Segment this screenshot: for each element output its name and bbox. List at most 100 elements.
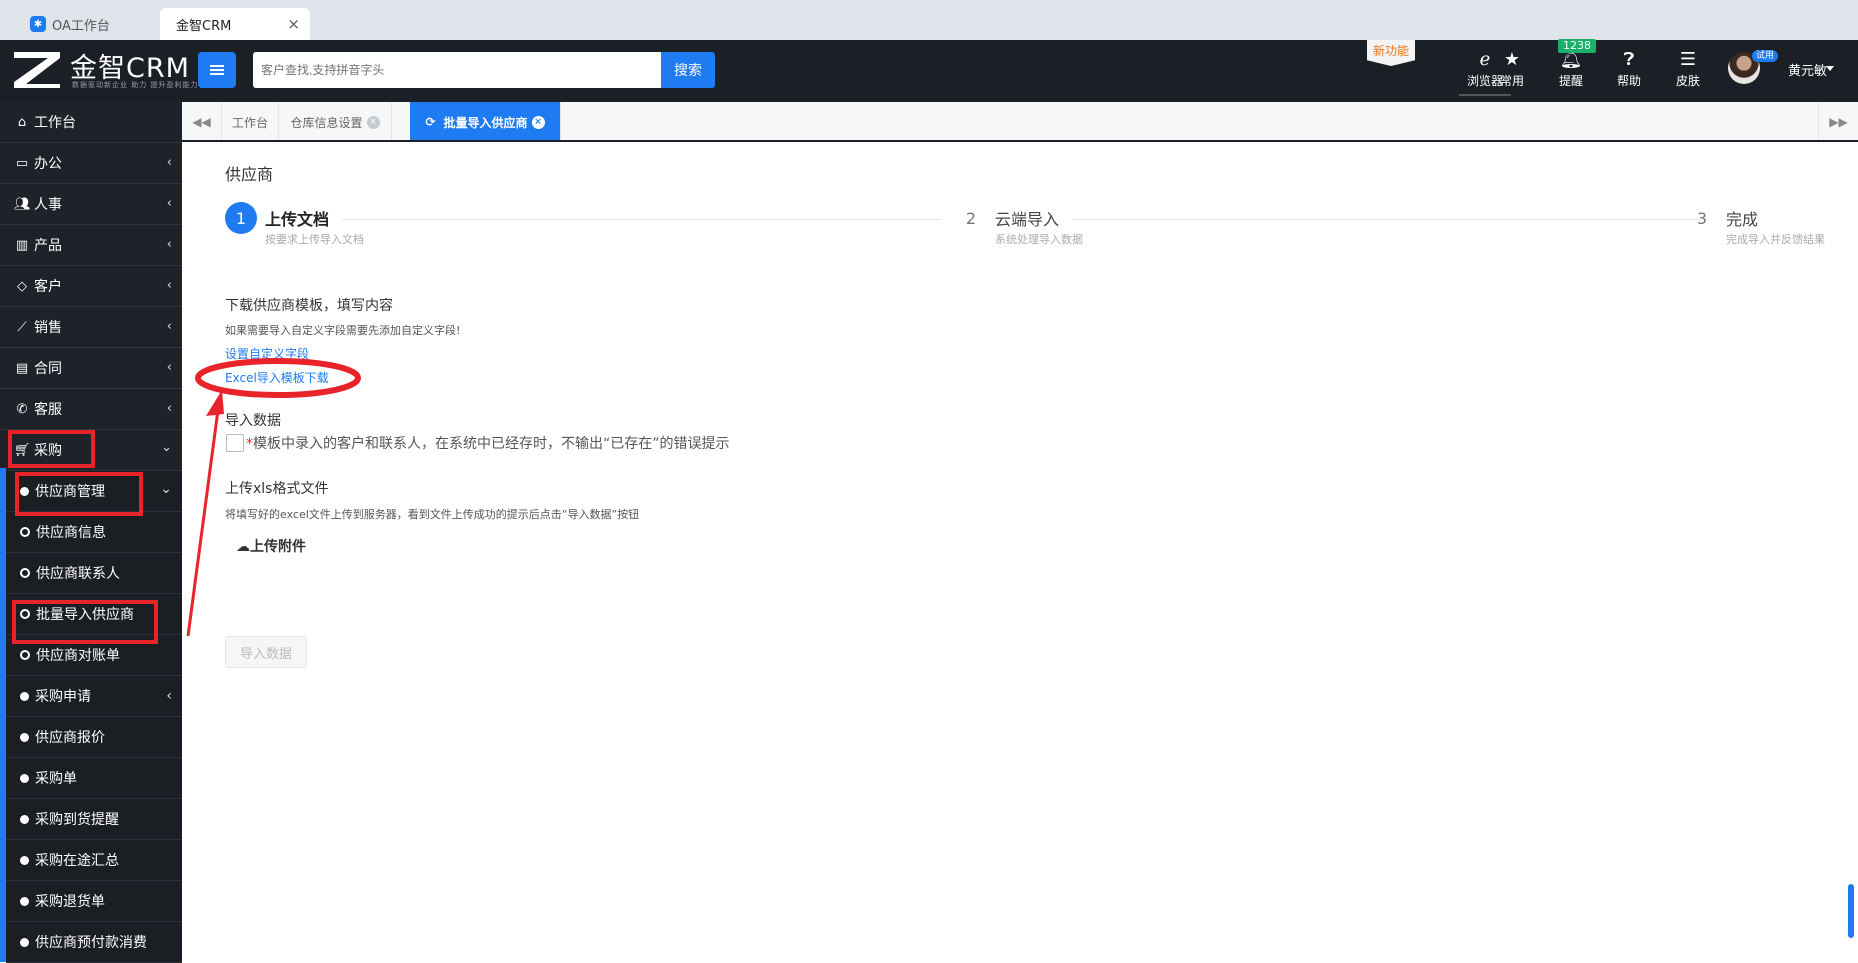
sidebar-sub-purchase-request[interactable]: 采购申请 ‹	[6, 676, 182, 717]
close-icon[interactable]: ×	[366, 115, 380, 129]
sidebar-active-edge	[0, 468, 6, 962]
step-3-circle: 3	[1696, 208, 1708, 228]
custom-field-link[interactable]: 设置自定义字段	[225, 345, 309, 362]
logo-slogan: 数据驱动新企业 助力 提升盈利能力	[72, 81, 199, 89]
sidebar-sub-purchase-order[interactable]: 采购单	[6, 758, 182, 799]
sidebar-sub-in-transit[interactable]: 采购在途汇总	[6, 840, 182, 881]
tool-label: 皮肤	[1675, 74, 1700, 88]
annotation-box-supplier-mgmt	[15, 472, 143, 516]
chevron-left-icon: ‹	[166, 237, 172, 252]
chevron-left-icon: ‹	[166, 360, 172, 375]
step-2-desc: 系统处理导入数据	[995, 233, 1083, 246]
step-divider	[342, 219, 942, 220]
upload-attachment-button[interactable]: ☁上传附件	[236, 536, 306, 556]
annotation-arrow-head	[206, 390, 224, 416]
step-3-desc: 完成导入并反馈结果	[1726, 233, 1825, 246]
tab-label: 批量导入供应商	[443, 115, 528, 130]
user-name[interactable]: 黄元敏	[1788, 60, 1827, 79]
double-chevron-left-icon: ◀◀	[192, 115, 211, 129]
browser-tab-oa[interactable]: ✱ OA工作台	[24, 8, 164, 40]
sidebar-sub-supplier-contact[interactable]: 供应商联系人	[6, 553, 182, 594]
sidebar-sub-supplier-info[interactable]: 供应商信息	[6, 512, 182, 553]
tab-batch-import[interactable]: ⟳ 批量导入供应商 ×	[410, 102, 561, 142]
circle-icon	[20, 527, 30, 537]
upload-button-label: 上传附件	[250, 539, 306, 555]
scrollbar-thumb[interactable]	[1848, 884, 1854, 938]
barcode-icon: ▥	[15, 237, 29, 253]
sidebar-item-service[interactable]: ✆ 客服 ‹	[0, 389, 182, 430]
sidebar-sub-supplier-quote[interactable]: 供应商报价	[6, 717, 182, 758]
sidebar-sub-label: 采购在途汇总	[35, 853, 119, 869]
tool-skin[interactable]: ☰ 皮肤	[1667, 48, 1709, 96]
browser-tab-crm[interactable]: 金智CRM ×	[160, 8, 310, 40]
new-feature-badge[interactable]: 新功能	[1367, 40, 1415, 66]
sidebar-item-label: 人事	[34, 197, 62, 213]
tool-label: 帮助	[1616, 74, 1641, 88]
circle-icon	[20, 568, 30, 578]
sidebar-sub-label: 供应商联系人	[36, 566, 120, 582]
tool-favorites[interactable]: ★ 常用	[1491, 48, 1533, 96]
tab-workbench[interactable]: 工作台	[222, 102, 279, 142]
chevron-down-icon: ⌄	[160, 481, 172, 497]
sidebar-item-label: 客户	[34, 279, 62, 295]
page-title: 供应商	[225, 165, 274, 184]
import-data-button[interactable]: 导入数据	[225, 636, 307, 668]
sidebar-item-hr[interactable]: 👥︎ 人事 ‹	[0, 184, 182, 225]
sidebar-sub-label: 采购单	[35, 771, 77, 787]
sidebar-sub-purchase-return[interactable]: 采购退货单	[6, 881, 182, 922]
required-mark: *	[246, 436, 253, 452]
close-icon[interactable]: ×	[287, 15, 300, 33]
bullet-icon	[20, 814, 29, 824]
upload-section-title: 上传xls格式文件	[225, 481, 329, 497]
bullet-icon	[20, 691, 29, 701]
sidebar-sub-label: 供应商信息	[36, 525, 106, 541]
sidebar-item-label: 办公	[34, 156, 62, 172]
sidebar-item-label: 销售	[34, 320, 62, 336]
cloud-upload-icon: ☁	[236, 539, 250, 555]
sidebar-item-label: 客服	[34, 402, 62, 418]
sidebar-item-workbench[interactable]: ⌂ 工作台	[0, 102, 182, 143]
tab-warehouse-settings[interactable]: 仓库信息设置 ×	[279, 102, 392, 142]
contract-icon: ▤	[15, 360, 29, 376]
tab-scroll-left-button[interactable]: ◀◀	[182, 102, 222, 142]
tool-remind[interactable]: 🔔︎ 提醒	[1550, 48, 1592, 96]
menu-toggle-button[interactable]	[198, 52, 236, 88]
skip-existing-label: *模板中录入的客户和联系人，在系统中已经存时，不输出“已存在”的错误提示	[246, 433, 730, 453]
sidebar-item-contract[interactable]: ▤ 合同 ‹	[0, 348, 182, 389]
tool-help[interactable]: ❓︎ 帮助	[1608, 48, 1650, 96]
sidebar-sub-label: 采购到货提醒	[35, 812, 119, 828]
diamond-icon: ◇	[17, 278, 27, 294]
app-header: 金智CRM 数据驱动新企业 助力 提升盈利能力 搜索 新功能 ℯ 浏览器 ★ 常…	[0, 39, 1858, 102]
tab-scroll-right-button[interactable]: ▶▶	[1818, 102, 1858, 142]
sidebar-item-label: 产品	[34, 238, 62, 254]
sidebar-item-customer[interactable]: ◇ 客户 ‹	[0, 266, 182, 307]
bullet-icon	[20, 855, 29, 865]
sidebar-sub-label: 采购退货单	[35, 894, 105, 910]
sidebar-item-sales[interactable]: ⟋ 销售 ‹	[0, 307, 182, 348]
download-section-title: 下载供应商模板，填写内容	[225, 298, 393, 314]
bullet-icon	[20, 937, 29, 947]
users-icon: 👥︎	[14, 196, 31, 212]
hamburger-icon	[210, 69, 224, 71]
caret-down-icon[interactable]	[1826, 66, 1834, 71]
step-2-circle: 2	[965, 208, 977, 228]
excel-template-download-link[interactable]: Excel导入模板下载	[225, 369, 329, 386]
sidebar-item-product[interactable]: ▥ 产品 ‹	[0, 225, 182, 266]
remind-count-badge: 1238	[1558, 39, 1596, 53]
chart-icon: ⟋	[17, 319, 27, 335]
chevron-left-icon: ‹	[166, 278, 172, 293]
sidebar-sub-prepayment[interactable]: 供应商预付款消费	[6, 922, 182, 963]
sidebar-sub-arrival-reminder[interactable]: 采购到货提醒	[6, 799, 182, 840]
help-icon: ❓︎	[1623, 49, 1635, 70]
tab-bar-underline	[182, 140, 1858, 142]
bullet-icon	[20, 732, 29, 742]
search-button[interactable]: 搜索	[661, 52, 715, 88]
close-icon[interactable]: ×	[531, 115, 545, 129]
upload-hint: 将填写好的excel文件上传到服务器，看到文件上传成功的提示后点击“导入数据”按…	[225, 508, 640, 521]
annotation-box-batch-import	[12, 600, 158, 644]
search-input[interactable]	[253, 52, 661, 88]
skip-existing-checkbox[interactable]	[226, 434, 244, 452]
sidebar-item-office[interactable]: ▭ 办公 ‹	[0, 143, 182, 184]
circle-icon	[20, 650, 30, 660]
step-1-title: 上传文档	[265, 210, 330, 229]
